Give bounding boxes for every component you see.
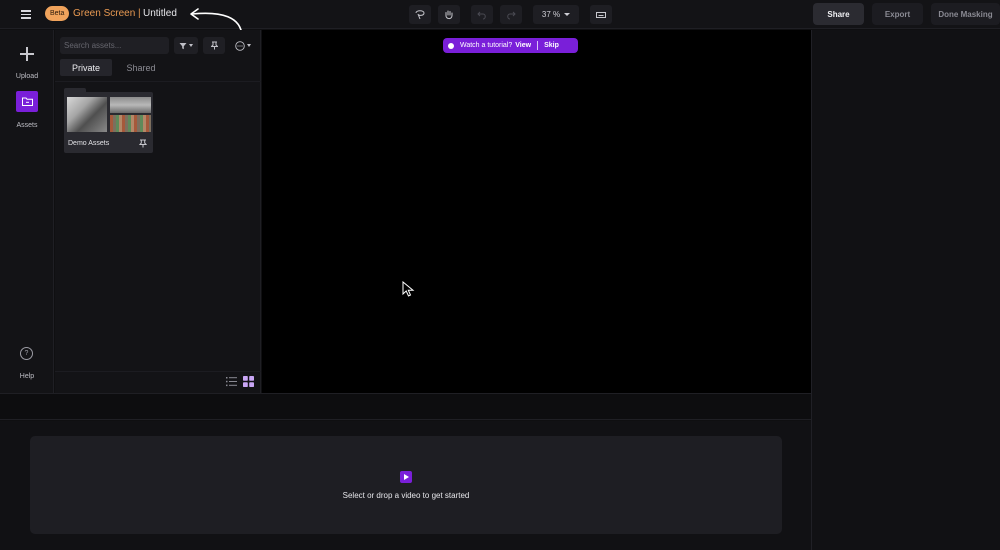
timeline-area: Select or drop a video to get started — [0, 421, 811, 550]
plus-icon — [19, 46, 35, 62]
sidebar-item-label: Upload — [15, 73, 39, 80]
sidebar-item-upload[interactable]: Upload — [0, 44, 54, 84]
chevron-down-icon — [246, 44, 251, 47]
dropzone-text: Select or drop a video to get started — [342, 491, 470, 500]
folder-thumbnail — [67, 97, 107, 132]
left-rail: Upload Assets ? Help — [0, 30, 54, 393]
video-canvas[interactable]: Watch a tutorial? View Skip — [262, 30, 811, 393]
properties-panel — [811, 30, 1000, 550]
share-button[interactable]: Share — [813, 3, 864, 25]
list-view-icon[interactable] — [226, 376, 237, 387]
folder-thumbnail — [110, 115, 151, 132]
done-masking-button[interactable]: Done Masking — [931, 3, 1000, 25]
divider — [55, 371, 261, 372]
chevron-down-icon — [189, 44, 193, 47]
search-input[interactable] — [60, 37, 169, 54]
pin-icon — [210, 41, 218, 50]
tutorial-skip-link[interactable]: Skip — [544, 42, 559, 49]
more-horizontal-icon — [234, 40, 245, 51]
document-title[interactable]: Untitled — [143, 8, 177, 19]
video-dropzone[interactable]: Select or drop a video to get started — [30, 436, 782, 534]
assets-panel: Private Shared Demo Assets — [55, 30, 261, 393]
beta-badge: Beta — [45, 6, 70, 21]
folder-card-demo-assets[interactable]: Demo Assets — [64, 92, 153, 153]
keyboard-icon — [596, 11, 606, 18]
pin-icon[interactable] — [139, 139, 147, 148]
sidebar-item-label: Assets — [16, 122, 38, 129]
video-icon — [400, 471, 412, 483]
grid-view-icon[interactable] — [243, 376, 254, 387]
tutorial-text: Watch a tutorial? — [460, 42, 513, 49]
tab-private[interactable]: Private — [60, 59, 112, 76]
pin-filter-button[interactable] — [203, 37, 225, 54]
sidebar-item-label: Help — [19, 373, 35, 380]
info-icon — [448, 42, 454, 49]
folder-icon — [16, 91, 38, 112]
tab-shared[interactable]: Shared — [115, 59, 167, 76]
folder-thumbnail — [110, 97, 151, 113]
zoom-level: 37 % — [541, 10, 561, 19]
undo-button[interactable] — [471, 5, 493, 24]
lasso-icon — [415, 9, 425, 19]
timeline-toolbar — [0, 393, 811, 420]
lasso-tool-button[interactable] — [409, 5, 431, 24]
tutorial-banner: Watch a tutorial? View Skip — [443, 38, 578, 53]
hamburger-menu-icon[interactable] — [19, 7, 35, 21]
sidebar-item-assets[interactable]: Assets — [0, 91, 54, 131]
hand-tool-button[interactable] — [438, 5, 460, 24]
more-options-button[interactable] — [230, 37, 255, 54]
filter-button[interactable] — [174, 37, 198, 54]
folder-name: Demo Assets — [68, 140, 110, 147]
top-bar: Beta Green Screen | Untitled 37 % Share … — [0, 0, 1000, 37]
redo-button[interactable] — [500, 5, 522, 24]
keyboard-shortcuts-button[interactable] — [590, 5, 612, 24]
help-icon: ? — [20, 347, 33, 360]
divider — [55, 81, 261, 82]
zoom-dropdown[interactable]: 37 % — [533, 5, 579, 24]
asset-tabs: Private Shared — [60, 59, 256, 76]
filter-icon — [179, 42, 187, 49]
divider — [537, 41, 539, 50]
sidebar-item-help[interactable]: ? Help — [0, 347, 54, 383]
export-button[interactable]: Export — [872, 3, 923, 25]
redo-icon — [507, 11, 516, 19]
chevron-down-icon — [564, 13, 571, 16]
undo-icon — [477, 11, 486, 19]
hand-icon — [445, 10, 453, 19]
tutorial-view-link[interactable]: View — [515, 42, 531, 49]
app-title: Green Screen | — [73, 8, 141, 19]
app-root: Beta Green Screen | Untitled 37 % Share … — [0, 0, 1000, 550]
mouse-cursor-icon — [402, 281, 415, 297]
